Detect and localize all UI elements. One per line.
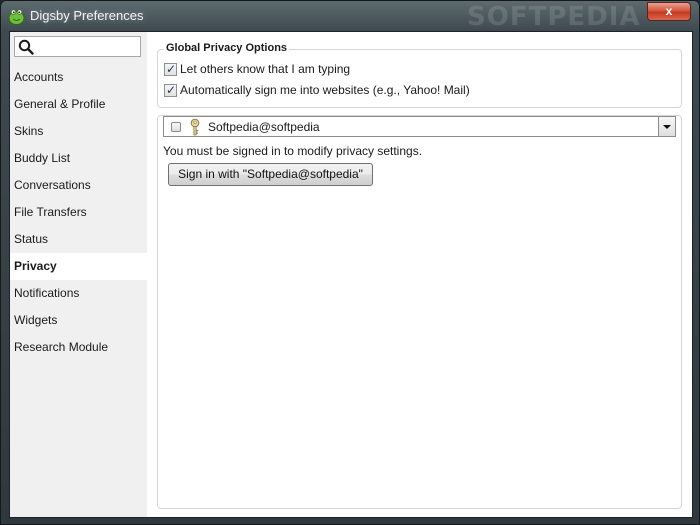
auto-signin-option[interactable]: ✓ Automatically sign me into websites (e… xyxy=(164,82,470,98)
watermark: SOFTPEDIA xyxy=(467,2,641,32)
sidebar-nav: Accounts General & Profile Skins Buddy L… xyxy=(10,64,147,361)
client-area: Accounts General & Profile Skins Buddy L… xyxy=(9,31,693,518)
sidebar-item-buddy-list[interactable]: Buddy List xyxy=(10,145,147,172)
auto-signin-checkbox[interactable]: ✓ xyxy=(164,82,177,97)
check-icon: ✓ xyxy=(166,82,177,97)
group-title: Global Privacy Options xyxy=(164,42,290,54)
preferences-window: Digsby Preferences SOFTPEDIA x Accounts … xyxy=(0,0,700,525)
search-input[interactable] xyxy=(14,36,141,57)
sidebar-item-conversations[interactable]: Conversations xyxy=(10,172,147,199)
account-dropdown[interactable]: Softpedia@softpedia xyxy=(163,116,676,137)
close-icon: x xyxy=(665,4,673,18)
window-title: Digsby Preferences xyxy=(30,8,144,23)
check-icon: ✓ xyxy=(166,61,177,76)
sidebar: Accounts General & Profile Skins Buddy L… xyxy=(10,32,147,517)
chevron-down-icon xyxy=(663,125,671,129)
account-name: Softpedia@softpedia xyxy=(208,120,320,134)
title-bar[interactable]: Digsby Preferences SOFTPEDIA x xyxy=(1,1,699,32)
sidebar-item-research-module[interactable]: Research Module xyxy=(10,334,147,361)
sidebar-item-general-profile[interactable]: General & Profile xyxy=(10,91,147,118)
sidebar-item-accounts[interactable]: Accounts xyxy=(10,64,147,91)
close-button[interactable]: x xyxy=(647,2,691,21)
auto-signin-label: Automatically sign me into websites (e.g… xyxy=(180,83,470,97)
sidebar-item-status[interactable]: Status xyxy=(10,226,147,253)
dropdown-button[interactable] xyxy=(658,117,675,136)
typing-checkbox[interactable]: ✓ xyxy=(164,61,177,76)
typing-label: Let others know that I am typing xyxy=(180,62,351,76)
sidebar-item-notifications[interactable]: Notifications xyxy=(10,280,147,307)
digsby-logo-icon xyxy=(8,9,25,25)
typing-option[interactable]: ✓ Let others know that I am typing xyxy=(164,61,350,77)
privacy-panel: Global Privacy Options ✓ Let others know… xyxy=(147,32,692,517)
global-privacy-group: Global Privacy Options ✓ Let others know… xyxy=(157,42,682,108)
search-icon xyxy=(18,39,34,55)
account-checkbox[interactable] xyxy=(171,122,181,132)
sidebar-item-skins[interactable]: Skins xyxy=(10,118,147,145)
sidebar-item-widgets[interactable]: Widgets xyxy=(10,307,147,334)
sidebar-item-privacy[interactable]: Privacy xyxy=(10,253,147,280)
key-icon xyxy=(190,118,200,136)
sidebar-item-file-transfers[interactable]: File Transfers xyxy=(10,199,147,226)
signin-required-message: You must be signed in to modify privacy … xyxy=(163,144,423,158)
sign-in-button[interactable]: Sign in with "Softpedia@softpedia" xyxy=(168,163,373,186)
